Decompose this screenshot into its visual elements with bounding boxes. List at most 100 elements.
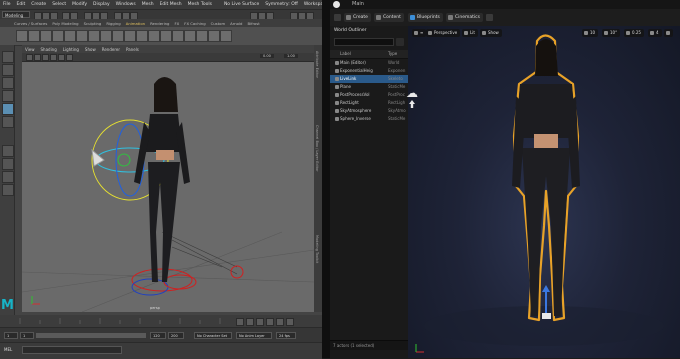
outliner-row-selected[interactable]: LiveLink Skeleto	[330, 75, 408, 83]
shelf-tab-fx-caching[interactable]: FX Caching	[184, 21, 205, 26]
shelf-tool-icon[interactable]	[112, 30, 124, 42]
time-slider[interactable]	[0, 315, 322, 327]
textured-icon[interactable]	[58, 54, 65, 61]
column-label[interactable]: Label	[340, 51, 351, 56]
shelf-tab-fx[interactable]: FX	[174, 21, 179, 26]
paint-select-tool-icon[interactable]	[2, 77, 14, 89]
shelf-tool-icon[interactable]	[16, 30, 28, 42]
outliner-row[interactable]: ExponentialHeig Exponen	[330, 67, 408, 75]
outliner-layout-icon[interactable]	[2, 184, 14, 196]
camera-icon[interactable]	[26, 54, 33, 61]
step-back-icon[interactable]	[246, 318, 254, 326]
shelf-tab-custom[interactable]: Custom	[211, 21, 226, 26]
ue-level-viewport[interactable]	[408, 26, 680, 358]
maya-viewport[interactable]	[22, 62, 314, 312]
menu-select[interactable]: Select	[52, 2, 66, 7]
outliner-search-input[interactable]	[334, 38, 394, 46]
menu-edit[interactable]: Edit	[17, 2, 26, 7]
menu-mesh-tools[interactable]: Mesh Tools	[188, 2, 212, 7]
shelf-tool-icon[interactable]	[64, 30, 76, 42]
range-end-inner-field[interactable]: 120	[150, 332, 166, 339]
menu-windows[interactable]: Windows	[116, 2, 136, 7]
scale-snap-button[interactable]: 0.25	[624, 29, 644, 37]
blueprints-button[interactable]: Blueprints	[408, 13, 443, 22]
command-input[interactable]	[22, 346, 122, 354]
range-end-field[interactable]: 200	[168, 332, 184, 339]
maximize-viewport-icon[interactable]: ⊞	[664, 29, 674, 37]
show-button[interactable]: Show	[480, 29, 502, 37]
four-pane-layout-icon[interactable]	[2, 158, 14, 170]
outliner-row[interactable]: Sphere_Inverse StaticMe	[330, 115, 408, 123]
panel-menu-show[interactable]: Show	[85, 47, 96, 52]
panel-menu-renderer[interactable]: Renderer	[102, 47, 120, 52]
channel-box-tab[interactable]: Channel Box / Layer Editor	[315, 125, 319, 172]
viewport-options-button[interactable]: ≡	[412, 29, 427, 37]
play-forward-icon[interactable]	[266, 318, 274, 326]
panel-menu-panels[interactable]: Panels	[126, 47, 139, 52]
outliner-settings-icon[interactable]	[396, 38, 404, 46]
modeling-toolkit-tab[interactable]: Modeling Toolkit	[315, 235, 319, 263]
column-type[interactable]: Type	[388, 51, 397, 56]
menu-file[interactable]: File	[3, 2, 11, 7]
gamma-field[interactable]: 1.00	[284, 54, 298, 58]
outliner-row[interactable]: RectLight RectLigh	[330, 99, 408, 107]
attribute-editor-tab[interactable]: Attribute Editor	[315, 51, 319, 78]
menu-modify[interactable]: Modify	[72, 2, 87, 7]
menu-create[interactable]: Create	[31, 2, 46, 7]
lit-button[interactable]: Lit	[462, 29, 478, 37]
move-tool-icon[interactable]	[2, 90, 14, 102]
play-back-icon[interactable]	[256, 318, 264, 326]
outliner-row[interactable]: Plane StaticMe	[330, 83, 408, 91]
shelf-tool-icon[interactable]	[160, 30, 172, 42]
shelf-tab-rigging[interactable]: Rigging	[106, 21, 120, 26]
camera-speed-button[interactable]: 4	[648, 29, 662, 37]
shelf-tool-icon[interactable]	[220, 30, 232, 42]
rotation-snap-button[interactable]: 10°	[602, 29, 621, 37]
scale-tool-icon[interactable]	[2, 116, 14, 128]
menu-mesh[interactable]: Mesh	[142, 2, 154, 7]
shelf-tab-animation[interactable]: Animation	[126, 21, 145, 26]
anim-layer-select[interactable]: No Anim Layer	[236, 332, 272, 339]
grid-snap-button[interactable]: 10	[582, 29, 599, 37]
outliner-row[interactable]: PostProcessVol PostProc	[330, 91, 408, 99]
grid-toggle-icon[interactable]	[34, 54, 41, 61]
mel-label[interactable]: MEL	[4, 347, 12, 352]
shelf-tool-icon[interactable]	[40, 30, 52, 42]
range-slider-bar[interactable]	[36, 333, 146, 338]
menu-set-select[interactable]: Modeling	[2, 11, 30, 18]
content-button[interactable]: Content	[374, 13, 404, 22]
two-pane-layout-icon[interactable]	[2, 171, 14, 183]
fps-select[interactable]: 24 fps	[276, 332, 296, 339]
shelf-tab-arnold[interactable]: Arnold	[230, 21, 242, 26]
shelf-tool-icon[interactable]	[136, 30, 148, 42]
step-forward-icon[interactable]	[276, 318, 284, 326]
shelf-tool-icon[interactable]	[124, 30, 136, 42]
panel-menu-view[interactable]: View	[25, 47, 35, 52]
no-live-surface[interactable]: No Live Surface	[224, 2, 259, 7]
shelf-tool-icon[interactable]	[28, 30, 40, 42]
outliner-row[interactable]: SkyAtmosphere SkyAtmo	[330, 107, 408, 115]
play-icon[interactable]	[486, 14, 493, 21]
shelf-tool-icon[interactable]	[196, 30, 208, 42]
create-button[interactable]: Create	[344, 13, 371, 22]
shelf-tool-icon[interactable]	[100, 30, 112, 42]
shelf-tab-bifrost[interactable]: Bifrost	[247, 21, 259, 26]
perspective-button[interactable]: Perspective	[426, 29, 461, 37]
shelf-tab-sculpting[interactable]: Sculpting	[84, 21, 102, 26]
shelf-tool-icon[interactable]	[76, 30, 88, 42]
select-tool-icon[interactable]	[2, 51, 14, 63]
panel-menu-lighting[interactable]: Lighting	[63, 47, 79, 52]
symmetry-setting[interactable]: Symmetry: Off	[265, 2, 298, 7]
shelf-tool-icon[interactable]	[208, 30, 220, 42]
range-start-inner-field[interactable]: 1	[20, 332, 34, 339]
shelf-tool-icon[interactable]	[88, 30, 100, 42]
character-set-select[interactable]: No Character Set	[194, 332, 232, 339]
shelf-tool-icon[interactable]	[172, 30, 184, 42]
menu-display[interactable]: Display	[93, 2, 110, 7]
transform-gizmo[interactable]	[542, 285, 551, 319]
panel-menu-shading[interactable]: Shading	[41, 47, 57, 52]
shelf-tool-icon[interactable]	[184, 30, 196, 42]
exposure-field[interactable]: 0.00	[260, 54, 274, 58]
lasso-tool-icon[interactable]	[2, 64, 14, 76]
shelf-tool-icon[interactable]	[148, 30, 160, 42]
